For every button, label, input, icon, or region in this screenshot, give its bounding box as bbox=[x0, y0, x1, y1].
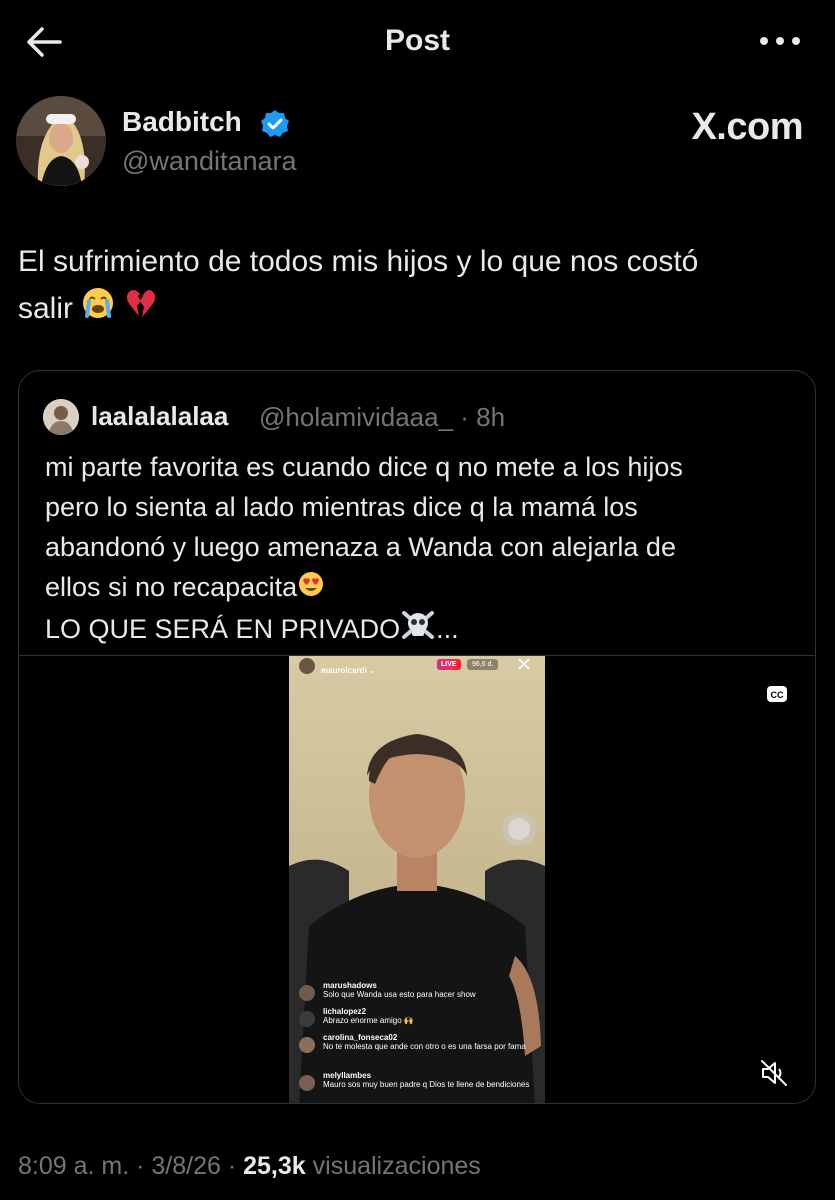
svg-text:CC: CC bbox=[771, 690, 784, 700]
views-count[interactable]: 25,3k bbox=[243, 1152, 306, 1180]
ig-comment: lichalopez2 Abrazo enorme amigo 🙌 bbox=[299, 1007, 539, 1027]
post-text-line2: salir bbox=[18, 292, 74, 325]
heart-eyes-icon bbox=[297, 569, 325, 609]
x-com-watermark: X.com bbox=[691, 106, 803, 148]
quoted-text-line: pero lo sienta al lado mientras dice q l… bbox=[45, 492, 638, 522]
close-icon bbox=[517, 657, 531, 671]
author-avatar[interactable] bbox=[16, 96, 106, 186]
post-meta: 8:09 a. m. · 3/8/26 · 25,3k visualizacio… bbox=[18, 1152, 481, 1180]
quoted-post-text: mi parte favorita es cuando dice q no me… bbox=[45, 447, 805, 652]
quoted-author-handle[interactable]: @holamividaaa_ · 8h bbox=[259, 402, 505, 433]
more-horizontal-icon bbox=[760, 37, 800, 45]
quoted-post-card[interactable]: laalalalalaa @holamividaaa_ · 8h mi part… bbox=[18, 370, 816, 1104]
page-title: Post bbox=[384, 24, 450, 57]
post-text: El sufrimiento de todos mis hijos y lo q… bbox=[18, 238, 818, 334]
ig-live-badge: LIVE bbox=[437, 659, 461, 670]
broken-heart-icon bbox=[124, 286, 158, 334]
quoted-text-line: abandonó y luego amenaza a Wanda con ale… bbox=[45, 532, 676, 562]
mute-button[interactable] bbox=[759, 1058, 789, 1088]
quoted-text-line: mi parte favorita es cuando dice q no me… bbox=[45, 452, 683, 482]
ig-comment: melyllambes Mauro sos muy buen padre q Di… bbox=[299, 1071, 531, 1091]
quoted-text-ellipsis: ... bbox=[436, 613, 459, 644]
views-label: visualizaciones bbox=[312, 1152, 481, 1180]
post-time[interactable]: 8:09 a. m. bbox=[18, 1152, 129, 1180]
verified-badge-icon bbox=[260, 109, 290, 139]
loudly-crying-face-icon bbox=[81, 286, 115, 334]
quoted-text-line: ellos si no recapacita bbox=[45, 572, 298, 602]
post-date[interactable]: 3/8/26 bbox=[151, 1152, 221, 1180]
ig-live-username: mauroicardi ⌄ bbox=[321, 666, 376, 675]
video-player[interactable]: mauroicardi ⌄ LIVE 96,6 d. marushadows So… bbox=[19, 655, 815, 1103]
video-frame[interactable]: mauroicardi ⌄ LIVE 96,6 d. marushadows So… bbox=[289, 656, 545, 1103]
skull-crossbones-icon bbox=[400, 609, 436, 652]
quoted-author-name[interactable]: laalalalalaa bbox=[91, 401, 228, 432]
ig-comment: carolina_fonseca02 No te molesta que ande… bbox=[299, 1033, 531, 1053]
volume-muted-icon bbox=[761, 1060, 787, 1086]
author-name[interactable]: Badbitch bbox=[122, 106, 242, 138]
more-button[interactable] bbox=[755, 26, 805, 56]
quoted-author-avatar[interactable] bbox=[43, 399, 79, 435]
ig-viewer-count: 96,6 d. bbox=[467, 659, 499, 670]
quoted-text-last-line: LO QUE SERÁ EN PRIVADO bbox=[45, 613, 401, 644]
post-text-line1: El sufrimiento de todos mis hijos y lo q… bbox=[18, 245, 699, 278]
ig-comment: marushadows Solo que Wanda usa esto para … bbox=[299, 981, 539, 1001]
closed-captions-icon: CC bbox=[767, 686, 787, 702]
closed-captions-button[interactable]: CC bbox=[767, 686, 787, 702]
author-handle[interactable]: @wanditanara bbox=[122, 146, 297, 177]
